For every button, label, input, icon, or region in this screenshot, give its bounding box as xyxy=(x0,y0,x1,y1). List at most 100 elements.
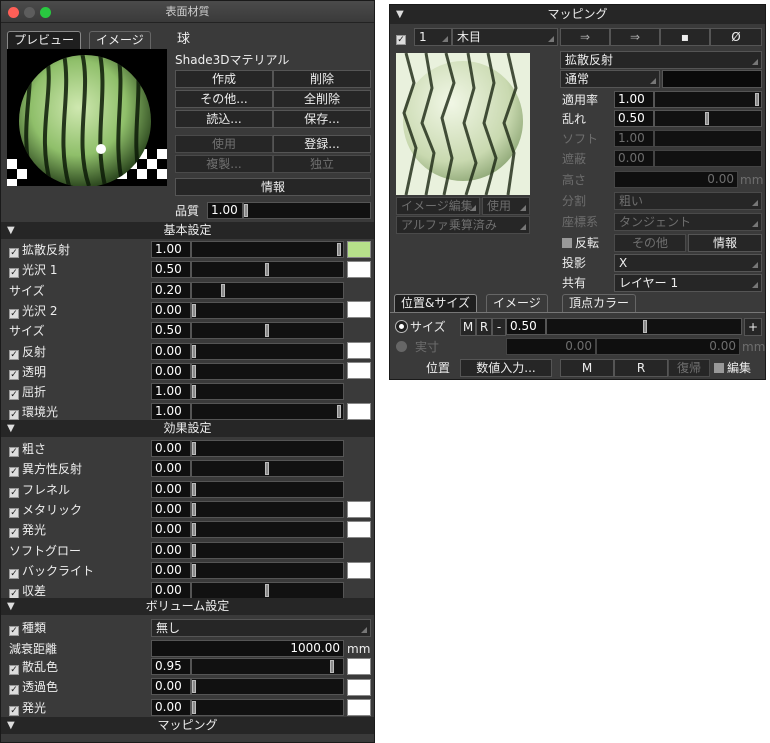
tab-position-size[interactable]: 位置&サイズ xyxy=(394,294,477,312)
tab-vertex-color[interactable]: 頂点カラー xyxy=(562,294,637,312)
param-value[interactable]: 0.00 xyxy=(151,362,191,380)
quality-slider[interactable] xyxy=(243,202,371,219)
diffuse-dropdown[interactable]: 拡散反射 xyxy=(560,51,762,69)
share-dropdown[interactable]: レイヤー 1 xyxy=(614,274,762,292)
volume-type-checkbox[interactable]: ✓ xyxy=(9,626,19,636)
param-slider[interactable] xyxy=(191,678,344,696)
mapping-panel-header[interactable]: ▼ マッピング xyxy=(390,5,765,24)
color-swatch[interactable] xyxy=(347,658,371,675)
turbulence-slider[interactable] xyxy=(654,110,762,127)
param-slider[interactable] xyxy=(191,582,344,600)
size-minus-button[interactable]: - xyxy=(492,318,506,336)
param-value[interactable]: 0.00 xyxy=(151,342,191,360)
shield-value[interactable]: 0.00 xyxy=(614,150,654,167)
param-checkbox[interactable]: ✓ xyxy=(9,685,19,696)
move-down-icon[interactable]: ⇒ xyxy=(610,28,660,46)
color-swatch[interactable] xyxy=(347,403,371,420)
param-checkbox[interactable]: ✓ xyxy=(9,410,19,421)
param-slider[interactable] xyxy=(191,281,344,299)
height-value[interactable]: 0.00 xyxy=(614,171,738,188)
param-checkbox[interactable]: ✓ xyxy=(9,705,19,716)
slider-thumb[interactable] xyxy=(264,584,269,598)
param-value[interactable]: 0.00 xyxy=(151,561,191,579)
param-value[interactable]: 0.50 xyxy=(151,261,191,279)
slider-thumb[interactable] xyxy=(192,442,196,455)
soft-value[interactable]: 1.00 xyxy=(614,130,654,147)
param-value[interactable]: 0.50 xyxy=(151,322,191,340)
size-r-button[interactable]: R xyxy=(476,318,492,336)
register-button[interactable]: 登録... xyxy=(273,135,371,153)
use-button[interactable]: 使用 xyxy=(175,135,273,153)
tab-preview[interactable]: プレビュー xyxy=(7,31,82,49)
slider-thumb[interactable] xyxy=(192,303,196,317)
slider-thumb[interactable] xyxy=(192,543,196,557)
param-checkbox[interactable]: ✓ xyxy=(9,467,19,478)
slider-thumb[interactable] xyxy=(329,660,334,673)
division-dropdown[interactable]: 粗い xyxy=(614,192,762,210)
param-slider[interactable] xyxy=(191,403,344,421)
param-checkbox[interactable]: ✓ xyxy=(9,349,19,360)
slider-thumb[interactable] xyxy=(192,563,196,577)
param-checkbox[interactable]: ✓ xyxy=(9,390,19,401)
param-slider[interactable] xyxy=(191,480,344,498)
tab-image-mapping[interactable]: イメージ xyxy=(486,294,548,312)
apply-rate-slider[interactable] xyxy=(654,91,762,108)
quality-value[interactable]: 1.00 xyxy=(207,202,243,219)
real-size-value-1[interactable]: 0.00 xyxy=(506,338,596,355)
real-size-value-2[interactable]: 0.00 xyxy=(596,338,740,355)
slider-thumb[interactable] xyxy=(192,385,196,399)
volume-settings-header[interactable]: ▼ ボリューム設定 xyxy=(1,598,374,615)
param-slider[interactable] xyxy=(191,342,344,360)
apply-rate-value[interactable]: 1.00 xyxy=(614,91,654,108)
param-value[interactable]: 0.00 xyxy=(151,301,191,319)
blend-mode-dropdown[interactable]: 通常 xyxy=(560,70,660,88)
param-slider[interactable] xyxy=(191,362,344,380)
size-slider[interactable] xyxy=(546,318,742,335)
slider-thumb[interactable] xyxy=(337,243,341,256)
color-swatch[interactable] xyxy=(347,362,371,379)
slider-thumb[interactable] xyxy=(264,462,269,476)
param-slider[interactable] xyxy=(191,521,344,539)
load-button[interactable]: 読込... xyxy=(175,110,273,128)
param-slider[interactable] xyxy=(191,460,344,478)
color-swatch[interactable] xyxy=(347,301,371,318)
param-checkbox[interactable]: ✓ xyxy=(9,568,19,579)
param-value[interactable]: 0.00 xyxy=(151,460,191,478)
param-value[interactable]: 0.00 xyxy=(151,440,191,457)
param-checkbox[interactable]: ✓ xyxy=(9,447,19,457)
param-checkbox[interactable]: ✓ xyxy=(9,369,19,380)
param-slider[interactable] xyxy=(191,658,344,675)
color-swatch[interactable] xyxy=(347,562,371,579)
mapping-header[interactable]: ▼ マッピング xyxy=(1,717,374,734)
param-slider[interactable] xyxy=(191,561,344,579)
alpha-dropdown[interactable]: アルファ乗算済み xyxy=(396,216,530,234)
other-button[interactable]: その他... xyxy=(175,90,273,108)
param-value[interactable]: 0.95 xyxy=(151,658,191,675)
param-value[interactable]: 0.00 xyxy=(151,678,191,696)
volume-type-dropdown[interactable]: 無し xyxy=(151,619,371,637)
delete-all-button[interactable]: 全削除 xyxy=(273,90,371,108)
slider-thumb[interactable] xyxy=(221,283,225,297)
info-button[interactable]: 情報 xyxy=(175,178,371,196)
param-checkbox[interactable]: ✓ xyxy=(9,487,19,498)
param-checkbox[interactable]: ✓ xyxy=(9,248,19,258)
slider-thumb[interactable] xyxy=(192,680,196,694)
create-button[interactable]: 作成 xyxy=(175,70,273,88)
real-size-radio[interactable] xyxy=(396,341,407,352)
slider-thumb[interactable] xyxy=(264,263,269,277)
color-swatch[interactable] xyxy=(347,241,371,258)
effect-settings-header[interactable]: ▼ 効果設定 xyxy=(1,420,374,437)
param-checkbox[interactable]: ✓ xyxy=(9,308,19,319)
zoom-window-button[interactable] xyxy=(40,7,51,18)
clear-layer-icon[interactable]: Ø xyxy=(710,28,762,46)
size-value[interactable]: 0.50 xyxy=(506,318,546,335)
slider-thumb[interactable] xyxy=(755,93,759,106)
shield-slider[interactable] xyxy=(654,150,762,167)
image-edit-dropdown[interactable]: イメージ編集 xyxy=(396,197,480,215)
minimize-window-button[interactable] xyxy=(24,7,35,18)
color-swatch[interactable] xyxy=(347,501,371,518)
position-m-button[interactable]: M xyxy=(560,359,614,377)
independent-button[interactable]: 独立 xyxy=(273,155,371,173)
param-checkbox[interactable]: ✓ xyxy=(9,268,19,279)
layer-type-dropdown[interactable]: 木目 xyxy=(452,28,558,46)
